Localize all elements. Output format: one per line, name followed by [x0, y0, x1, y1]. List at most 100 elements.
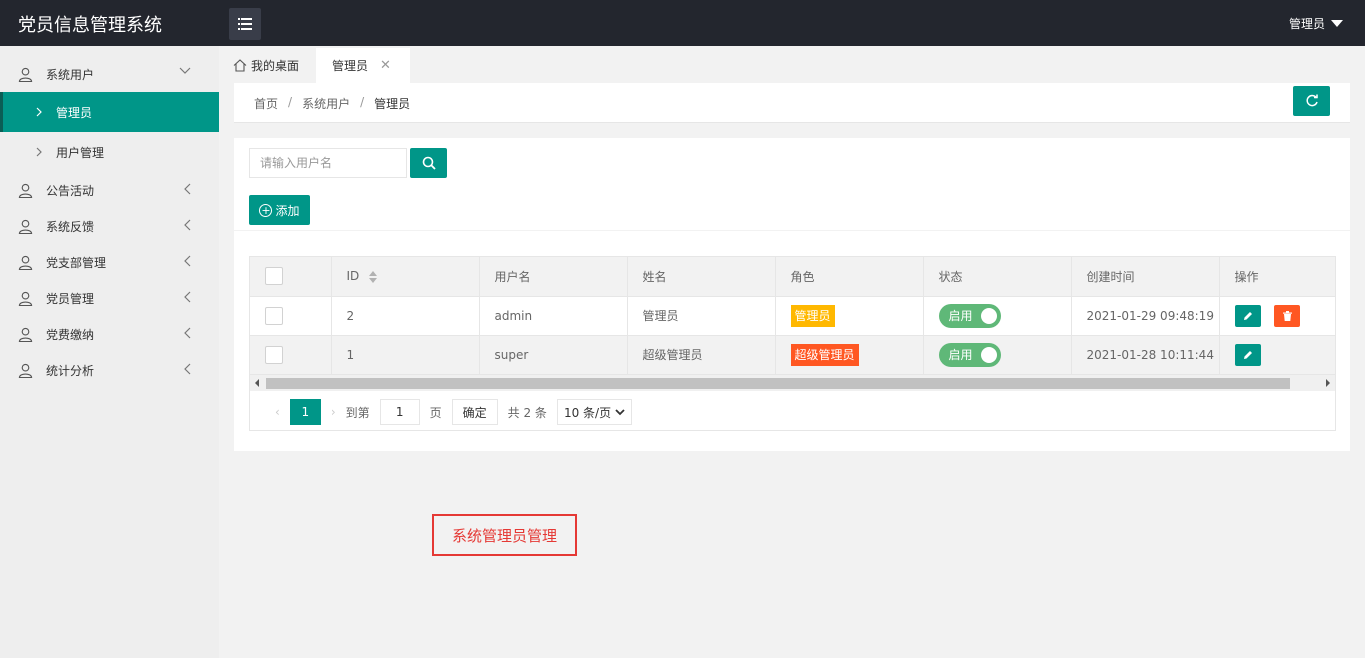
delete-button[interactable]	[1274, 304, 1301, 327]
refresh-icon	[1305, 94, 1318, 107]
next-page-icon[interactable]: ›	[321, 405, 346, 419]
goto-confirm-button[interactable]: 确定	[451, 399, 498, 425]
status-switch[interactable]: 启用	[938, 303, 1001, 328]
chevron-down-icon	[179, 67, 191, 74]
row-checkbox-cell	[250, 296, 332, 336]
sidebar-group-members[interactable]: 党员管理	[0, 280, 219, 316]
breadcrumb-home[interactable]: 首页	[254, 95, 278, 112]
column-header-username: 用户名	[479, 257, 628, 297]
search-input[interactable]	[249, 148, 407, 178]
column-header-name: 姓名	[627, 257, 776, 297]
cell-name: 超级管理员	[627, 335, 776, 375]
breadcrumb-separator: /	[360, 95, 365, 109]
top-header: 党员信息管理系统 管理员	[0, 0, 1365, 46]
prev-page-icon[interactable]: ‹	[265, 405, 290, 419]
tab-admin[interactable]: 管理员 ✕	[316, 48, 410, 83]
switch-knob	[980, 307, 997, 324]
role-badge: 管理员	[790, 304, 835, 327]
cell-created: 2021-01-29 09:48:19	[1071, 296, 1220, 336]
breadcrumb-system-users[interactable]: 系统用户	[302, 95, 350, 112]
sidebar-group-branch[interactable]: 党支部管理	[0, 244, 219, 280]
user-icon	[18, 219, 33, 234]
column-header-id[interactable]: ID	[331, 257, 480, 297]
search-button[interactable]	[410, 148, 447, 178]
sidebar-group-system-users[interactable]: 系统用户	[0, 56, 219, 92]
role-badge: 超级管理员	[790, 343, 859, 366]
table-row: 1 super 超级管理员 超级管理员 启用 2021-01-28 10:11:…	[250, 335, 1335, 375]
pencil-icon	[1243, 311, 1252, 320]
sidebar-group-label: 系统反馈	[46, 219, 95, 234]
edit-button[interactable]	[1234, 304, 1261, 327]
menu-toggle-button[interactable]	[229, 8, 261, 40]
sort-icon[interactable]	[369, 270, 378, 283]
column-header-actions: 操作	[1219, 257, 1335, 297]
sidebar-group-label: 党员管理	[46, 291, 95, 306]
sidebar-item-admin[interactable]: 管理员	[0, 92, 219, 132]
sidebar-group-feedback[interactable]: 系统反馈	[0, 208, 219, 244]
sidebar-item-label: 用户管理	[56, 145, 105, 160]
tab-bar: 我的桌面 管理员 ✕	[219, 46, 1365, 83]
user-icon	[18, 255, 33, 270]
sidebar-item-user-management[interactable]: 用户管理	[0, 132, 219, 172]
page-button-current[interactable]: 1	[289, 399, 321, 425]
table-row: 2 admin 管理员 管理员 启用 2021-01-29 09:48:19	[250, 296, 1335, 336]
chevron-left-icon	[184, 219, 191, 231]
row-checkbox-cell	[250, 335, 332, 375]
user-icon	[18, 291, 33, 306]
cell-username: super	[479, 335, 628, 375]
horizontal-scrollbar[interactable]	[250, 374, 1335, 391]
user-name: 管理员	[1288, 17, 1325, 31]
user-icon	[18, 67, 33, 82]
breadcrumb-bar: 首页 / 系统用户 / 管理员	[234, 83, 1350, 123]
status-switch[interactable]: 启用	[938, 342, 1001, 367]
breadcrumb: 首页 / 系统用户 / 管理员	[254, 95, 410, 112]
row-checkbox[interactable]	[265, 306, 283, 325]
goto-label: 到第	[345, 405, 370, 420]
sidebar: 系统用户 管理员 用户管理 公告活动 系统反馈 党支部管理 党员管理 党费缴纳 …	[0, 46, 219, 658]
home-icon	[233, 59, 247, 72]
divider	[234, 230, 1350, 231]
add-button[interactable]: + 添加	[249, 195, 310, 225]
sidebar-group-announcements[interactable]: 公告活动	[0, 172, 219, 208]
breadcrumb-current: 管理员	[374, 97, 411, 111]
sidebar-group-label: 公告活动	[46, 183, 95, 198]
sidebar-group-statistics[interactable]: 统计分析	[0, 352, 219, 388]
page-size-select[interactable]: 10 条/页	[556, 399, 633, 425]
chevron-right-icon	[36, 147, 42, 157]
switch-knob	[980, 346, 997, 363]
sidebar-group-label: 党支部管理	[46, 255, 107, 270]
sidebar-group-fees[interactable]: 党费缴纳	[0, 316, 219, 352]
cell-status: 启用	[923, 335, 1072, 375]
cell-username: admin	[479, 296, 628, 336]
add-button-label: 添加	[275, 203, 300, 218]
scroll-right-icon[interactable]	[1325, 378, 1331, 388]
caret-down-icon	[1331, 20, 1343, 27]
user-menu[interactable]: 管理员	[1289, 15, 1343, 32]
header-checkbox-cell	[250, 257, 332, 297]
chevron-down-icon	[615, 408, 625, 415]
cell-created: 2021-01-28 10:11:44	[1071, 335, 1220, 375]
select-all-checkbox[interactable]	[265, 267, 283, 286]
scroll-left-icon[interactable]	[254, 378, 260, 388]
cell-role: 管理员	[775, 296, 924, 336]
sidebar-group-label: 党费缴纳	[46, 327, 95, 342]
cell-id: 2	[331, 296, 480, 336]
column-header-created: 创建时间	[1071, 257, 1220, 297]
goto-page-input[interactable]	[379, 399, 420, 425]
pagination: ‹ 1 › 到第 页 确定 共 2 条 10 条/页	[250, 392, 1335, 430]
search-icon	[422, 156, 436, 170]
app-title: 党员信息管理系统	[18, 15, 162, 36]
data-table: ID 用户名 姓名 角色 状态 创建时间 操作 2 admin 管理员 管理员 …	[249, 256, 1336, 431]
refresh-button[interactable]	[1293, 86, 1330, 116]
tab-home[interactable]: 我的桌面	[233, 48, 299, 83]
edit-button[interactable]	[1234, 343, 1261, 366]
close-icon[interactable]: ✕	[380, 58, 391, 73]
sidebar-group-label: 系统用户	[46, 67, 95, 82]
trash-icon	[1282, 310, 1292, 321]
total-count: 共 2 条	[507, 405, 547, 420]
row-checkbox[interactable]	[265, 345, 283, 364]
cell-actions	[1219, 335, 1335, 375]
page-unit-label: 页	[429, 405, 442, 420]
scrollbar-thumb[interactable]	[266, 378, 1290, 389]
plus-circle-icon: +	[259, 203, 273, 217]
